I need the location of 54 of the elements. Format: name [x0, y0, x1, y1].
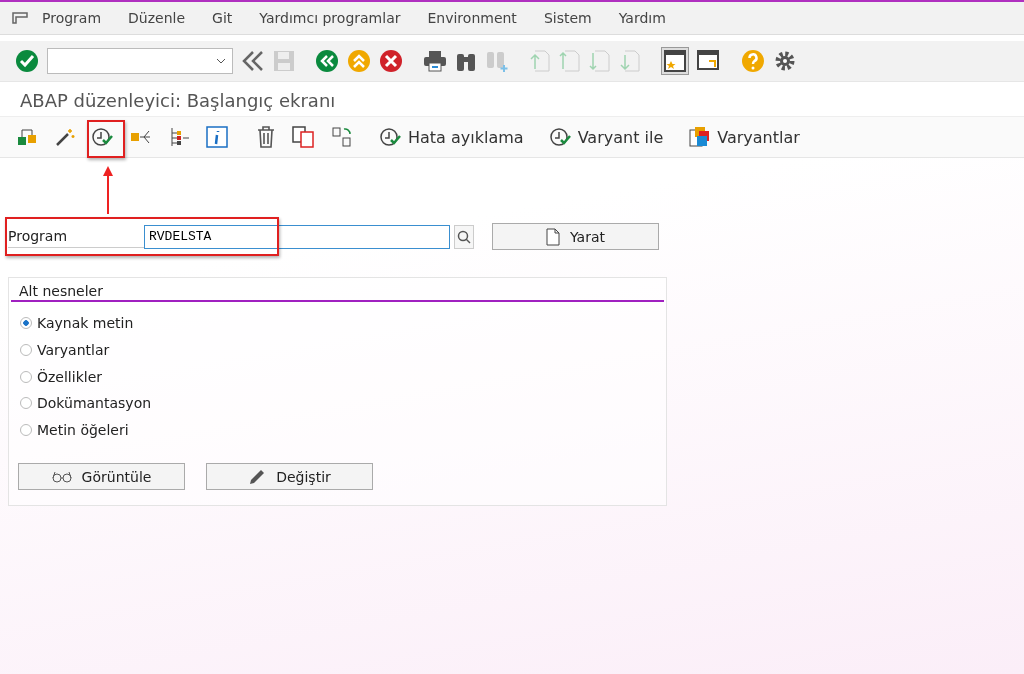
check-icon[interactable]	[15, 49, 39, 73]
action-button[interactable]: Görüntüle	[18, 463, 185, 491]
menu-item[interactable]: Environment	[427, 10, 517, 26]
action-button[interactable]: Değiştir	[206, 463, 373, 491]
info-icon[interactable]	[206, 126, 228, 148]
radio-button[interactable]	[20, 317, 32, 330]
menu-item[interactable]: Yardım	[618, 10, 666, 26]
magic-wand-icon[interactable]	[54, 127, 76, 147]
toolbar-button[interactable]: Hata ayıklama	[380, 127, 524, 147]
radio-option[interactable]: Varyantlar	[20, 336, 666, 364]
variants-icon	[689, 126, 712, 148]
document-icon	[546, 227, 560, 246]
glasses-icon	[51, 470, 72, 483]
check-clock-icon[interactable]	[92, 127, 114, 147]
menu-item[interactable]: Git	[212, 10, 233, 26]
menu-item[interactable]: Sistem	[543, 10, 592, 26]
layout-star-icon[interactable]	[661, 47, 689, 75]
radio-option[interactable]: Metin öğeleri	[20, 416, 666, 444]
check-clock-icon	[549, 127, 572, 147]
toolbar-button[interactable]: Varyantlar	[689, 126, 800, 148]
group-title: Alt nesneler	[11, 278, 664, 302]
rename-icon[interactable]	[332, 126, 354, 148]
menu-item[interactable]: Düzenle	[128, 10, 186, 26]
annotation-arrow	[102, 166, 114, 214]
hierarchy-icon[interactable]	[16, 127, 38, 147]
menu-item[interactable]: Yardımcı programlar	[259, 10, 401, 26]
settings-icon[interactable]	[773, 49, 797, 73]
search-help-button[interactable]	[454, 224, 474, 249]
toolbar-button[interactable]: Varyant ile	[549, 127, 664, 147]
create-button[interactable]: Yarat	[492, 223, 659, 250]
back-icon[interactable]	[315, 49, 339, 73]
window-icon[interactable]	[697, 49, 721, 73]
tree-icon[interactable]	[168, 127, 190, 147]
trash-icon[interactable]	[256, 126, 276, 148]
menu-icon[interactable]	[12, 11, 28, 25]
command-field[interactable]	[47, 48, 233, 74]
print-icon[interactable]	[423, 50, 447, 72]
double-chevron-icon[interactable]	[241, 50, 265, 72]
pencil-icon	[248, 467, 267, 486]
radio-option[interactable]: Özellikler	[20, 363, 666, 391]
highlight-frame	[87, 120, 125, 158]
menu-item[interactable]: Program	[42, 10, 102, 26]
radio-option[interactable]: Dokümantasyon	[20, 390, 666, 417]
radio-button[interactable]	[20, 344, 32, 357]
check-clock-icon	[380, 127, 402, 147]
radio-option[interactable]: Kaynak metin	[20, 310, 666, 337]
radio-button[interactable]	[20, 397, 32, 410]
copy-icon[interactable]	[292, 126, 316, 148]
search-icon	[457, 229, 471, 244]
program-input-field[interactable]: RVDELSTA	[144, 224, 450, 249]
cancel-icon[interactable]	[379, 49, 403, 73]
radio-button[interactable]	[20, 424, 32, 437]
caret-icon	[216, 58, 226, 64]
radio-button[interactable]	[20, 370, 32, 383]
